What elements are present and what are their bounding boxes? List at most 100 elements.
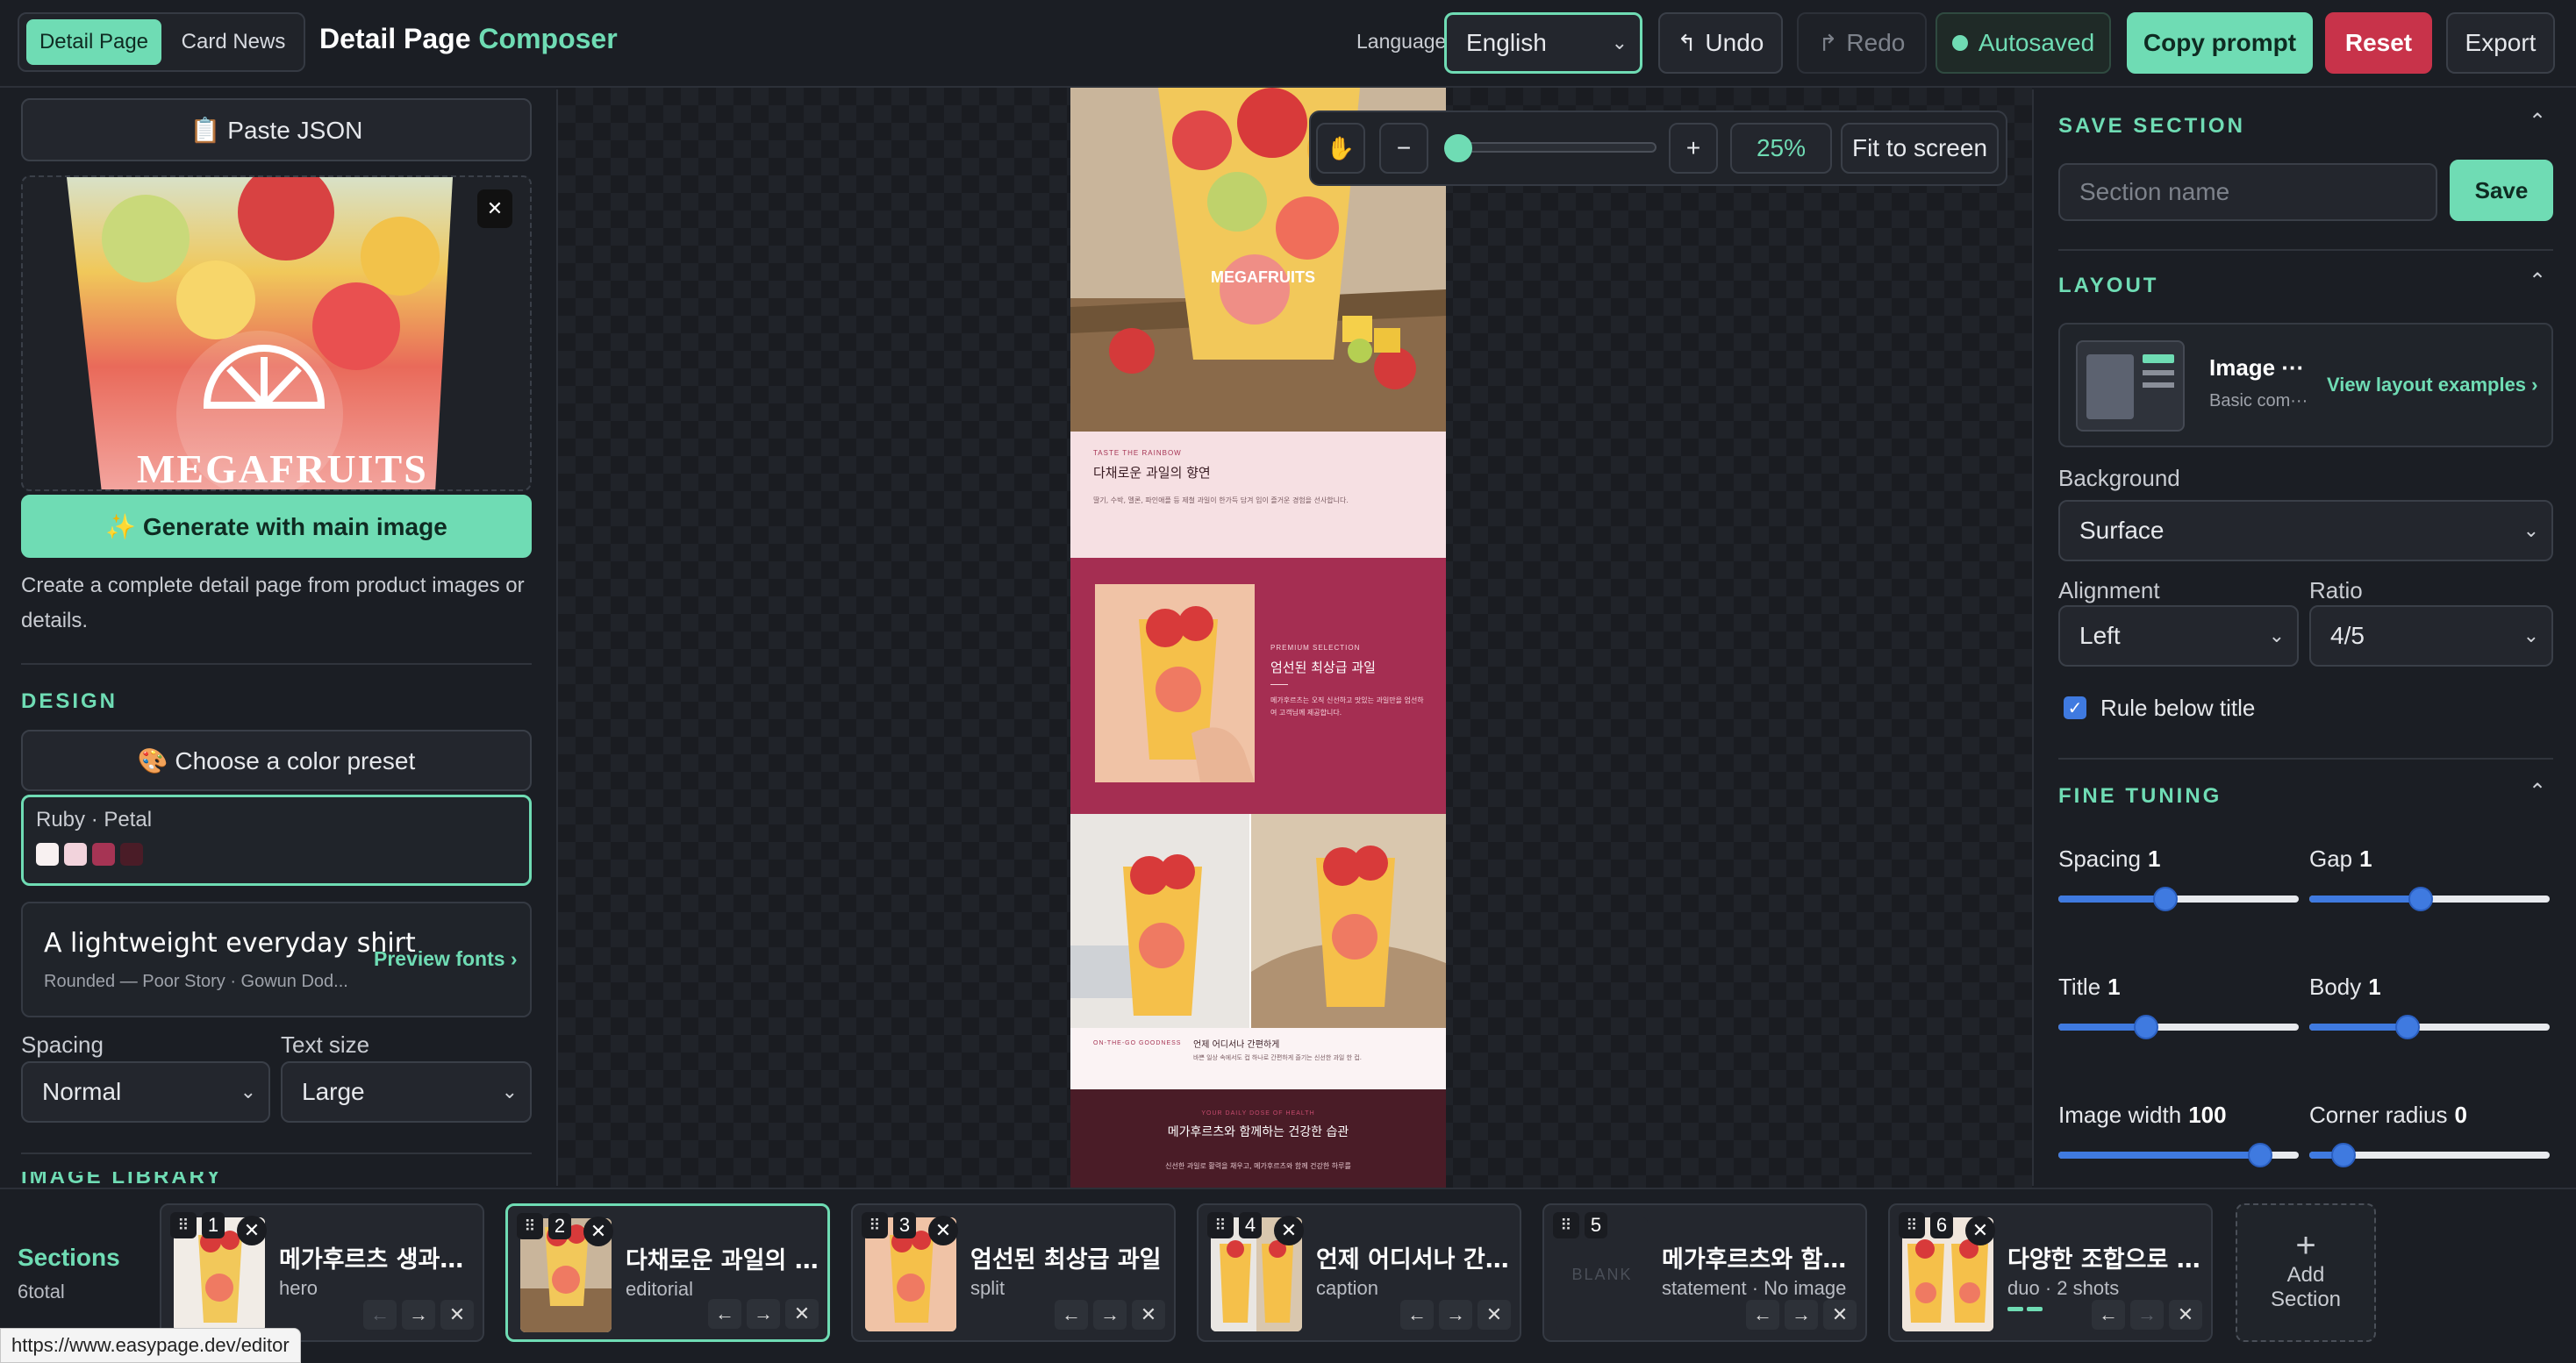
undo-label: Undo <box>1705 29 1764 56</box>
move-left-icon[interactable]: ← <box>363 1300 397 1330</box>
section-number: 5 <box>1585 1212 1607 1238</box>
section-card[interactable]: ⠿ 1 ✕ 메가후르츠 생과일컵 hero ← → ✕ <box>160 1203 484 1342</box>
chevron-up-icon[interactable]: ⌃ <box>2529 268 2546 294</box>
move-left-icon[interactable]: ← <box>1746 1300 1779 1330</box>
delete-icon[interactable]: ✕ <box>785 1299 819 1329</box>
move-right-icon[interactable]: → <box>1439 1300 1472 1330</box>
close-icon[interactable]: ✕ <box>1274 1216 1304 1245</box>
section-card[interactable]: ⠿4✕언제 어디서나 간편···caption←→✕ <box>1197 1203 1521 1342</box>
move-right-icon[interactable]: → <box>747 1299 780 1329</box>
move-left-icon[interactable]: ← <box>708 1299 741 1329</box>
autosaved-label: Autosaved <box>1978 29 2095 56</box>
font-card[interactable]: A lightweight everyday shirt Rounded — P… <box>21 902 532 1017</box>
rule-below-title-checkbox[interactable]: ✓ <box>2064 696 2086 719</box>
reset-button[interactable]: Reset <box>2325 12 2432 74</box>
fine-tuning-slider[interactable] <box>2309 1012 2550 1042</box>
s3-rule <box>1270 684 1288 685</box>
palette-card[interactable]: Ruby · Petal <box>21 795 532 886</box>
section-name-input[interactable]: Section name <box>2058 163 2437 221</box>
copy-prompt-button[interactable]: Copy prompt <box>2127 12 2313 74</box>
slider-value: 0 <box>2454 1102 2467 1128</box>
design-heading: DESIGN <box>21 689 118 713</box>
section-number: 6 <box>1930 1212 1953 1238</box>
move-left-icon[interactable]: ← <box>1400 1300 1434 1330</box>
save-button[interactable]: Save <box>2450 160 2553 221</box>
section-card[interactable]: ⠿ 3 ✕ 엄선된 최상급 과일 split ← → ✕ <box>851 1203 1176 1342</box>
divider <box>2058 249 2553 251</box>
add-label-line2: Section <box>2270 1288 2342 1311</box>
close-icon[interactable]: ✕ <box>928 1216 958 1245</box>
fine-tuning-slider[interactable] <box>2058 1012 2299 1042</box>
fine-tuning-slider[interactable] <box>2309 1140 2550 1170</box>
delete-icon[interactable]: ✕ <box>1478 1300 1511 1330</box>
background-select[interactable]: Surface ⌄ <box>2058 500 2553 561</box>
delete-icon[interactable]: ✕ <box>1132 1300 1165 1330</box>
slider-knob[interactable] <box>2248 1143 2272 1167</box>
slider-track <box>1444 142 1657 153</box>
drag-handle-icon[interactable]: ⠿ <box>862 1212 888 1238</box>
delete-icon[interactable]: ✕ <box>1823 1300 1857 1330</box>
slider-knob[interactable] <box>2395 1015 2420 1039</box>
move-right-icon[interactable]: → <box>1093 1300 1127 1330</box>
drag-handle-icon[interactable]: ⠿ <box>170 1212 197 1238</box>
section-card[interactable]: BLANK ⠿ 5 메가후르츠와 함께··· statement · No image ←… <box>1542 1203 1867 1342</box>
redo-button[interactable]: ↱ Redo <box>1797 12 1927 74</box>
zoom-in-button[interactable]: + <box>1669 123 1718 174</box>
drag-handle-icon[interactable]: ⠿ <box>1207 1212 1234 1238</box>
delete-icon[interactable]: ✕ <box>2169 1300 2202 1330</box>
generate-button[interactable]: ✨ Generate with main image <box>21 495 532 558</box>
pan-hand-icon[interactable]: ✋ <box>1316 123 1365 174</box>
thumb-title-line <box>2143 354 2174 363</box>
alignment-select[interactable]: Left ⌄ <box>2058 605 2299 667</box>
chevron-up-icon[interactable]: ⌃ <box>2529 779 2546 804</box>
chevron-up-icon[interactable]: ⌃ <box>2529 109 2546 134</box>
add-section-button[interactable]: + Add Section <box>2236 1203 2376 1342</box>
thumb-image-block <box>2086 354 2134 419</box>
close-icon[interactable]: ✕ <box>237 1216 267 1245</box>
close-icon[interactable]: ✕ <box>1965 1216 1995 1245</box>
export-button[interactable]: Export <box>2446 12 2555 74</box>
spacing-select[interactable]: Normal ⌄ <box>21 1061 270 1123</box>
paste-json-button[interactable]: 📋 Paste JSON <box>21 98 532 161</box>
thumb-text-line <box>2143 382 2174 388</box>
move-right-icon[interactable]: → <box>1785 1300 1818 1330</box>
section-card-title: 엄선된 최상급 과일 <box>970 1246 1162 1274</box>
next-section-heading-clip: IMAGE LIBRARY <box>21 1172 532 1186</box>
close-icon[interactable]: ✕ <box>477 189 512 228</box>
undo-button[interactable]: ↰ Undo <box>1658 12 1783 74</box>
move-left-icon[interactable]: ← <box>2092 1300 2125 1330</box>
slider-knob[interactable] <box>2408 887 2433 911</box>
view-layout-examples-link[interactable]: View layout examples › <box>2327 374 2537 396</box>
zoom-slider[interactable] <box>1444 132 1657 162</box>
drag-handle-icon[interactable]: ⠿ <box>517 1213 543 1239</box>
drag-handle-icon[interactable]: ⠿ <box>1899 1212 1925 1238</box>
drag-handle-icon[interactable]: ⠿ <box>1553 1212 1579 1238</box>
tab-card-news[interactable]: Card News <box>172 19 295 65</box>
fit-to-screen-button[interactable]: Fit to screen <box>1841 123 1999 174</box>
ratio-select[interactable]: 4/5 ⌄ <box>2309 605 2553 667</box>
delete-icon[interactable]: ✕ <box>440 1300 474 1330</box>
section-card[interactable]: ⠿ 2 ✕ 다채로운 과일의 향연 editorial ← → ✕ <box>505 1203 830 1342</box>
slider-knob[interactable] <box>2153 887 2178 911</box>
language-select[interactable]: English ⌄ <box>1444 12 1642 74</box>
move-left-icon[interactable]: ← <box>1055 1300 1088 1330</box>
move-right-icon[interactable]: → <box>402 1300 435 1330</box>
preview-fonts-link[interactable]: Preview fonts › <box>374 947 518 971</box>
slider-knob[interactable] <box>2331 1143 2356 1167</box>
page-preview[interactable]: MEGAFRUITS TASTE THE RAINBOW 다채로운 과일의 향연… <box>1070 88 1446 1188</box>
fine-tuning-slider[interactable] <box>2058 1140 2299 1170</box>
tab-detail-page[interactable]: Detail Page <box>26 19 161 65</box>
slider-knob[interactable] <box>1444 134 1472 162</box>
close-icon[interactable]: ✕ <box>583 1217 613 1246</box>
fine-tuning-slider[interactable] <box>2058 884 2299 914</box>
move-right-icon[interactable]: → <box>2130 1300 2164 1330</box>
fine-tuning-slider[interactable] <box>2309 884 2550 914</box>
text-size-select[interactable]: Large ⌄ <box>281 1061 532 1123</box>
section-card[interactable]: ⠿6✕다양한 조합으로 즐···duo · 2 shots←→✕ <box>1888 1203 2213 1342</box>
color-preset-button[interactable]: 🎨 Choose a color preset <box>21 730 532 791</box>
slider-knob[interactable] <box>2134 1015 2158 1039</box>
redo-icon: ↱ <box>1818 29 1838 56</box>
zoom-out-button[interactable]: − <box>1379 123 1428 174</box>
slider-label-text: Corner radius <box>2309 1102 2448 1128</box>
layout-card[interactable]: Image ··· Basic com··· View layout examp… <box>2058 323 2553 447</box>
